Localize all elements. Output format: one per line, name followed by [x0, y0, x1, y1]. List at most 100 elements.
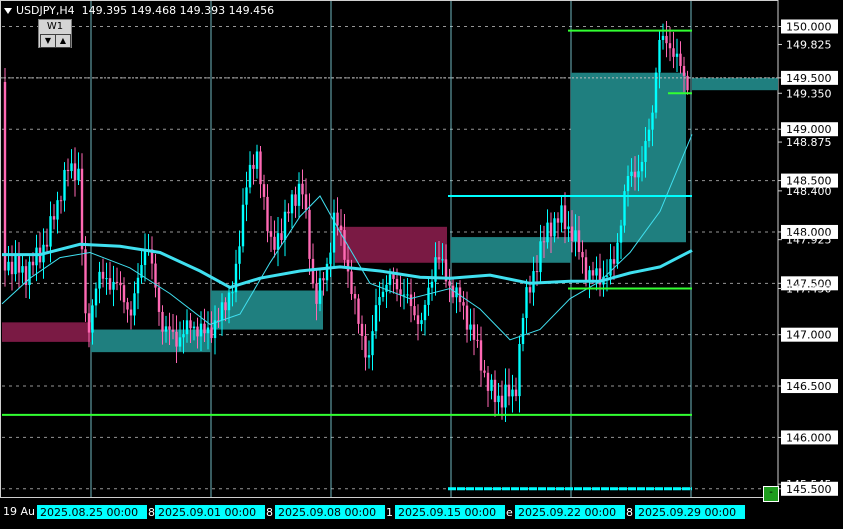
- price-axis-label: 147.000: [786, 329, 832, 342]
- candle-body: [507, 384, 511, 397]
- candle-body: [56, 200, 59, 220]
- candle-body: [416, 315, 420, 325]
- candle-body: [234, 263, 238, 293]
- candle-body: [94, 288, 98, 306]
- candle-body: [535, 271, 539, 273]
- candle-body: [483, 370, 486, 373]
- price-axis-label: 149.500: [786, 72, 832, 85]
- candle-body: [427, 287, 430, 305]
- timeframe-switcher[interactable]: W1 ▼ ▲: [38, 19, 72, 48]
- candle-body: [441, 259, 444, 261]
- candle-body: [84, 249, 87, 314]
- demand-zone: [91, 329, 211, 353]
- chart-header: USDJPY,H4 149.395 149.468 149.393 149.45…: [4, 4, 274, 17]
- supply-zone: [2, 322, 91, 342]
- timeframe-up-button[interactable]: ▲: [55, 34, 71, 48]
- candle-body: [420, 320, 423, 325]
- candle-body: [651, 112, 654, 130]
- candle-body: [269, 231, 273, 237]
- candle-body: [371, 331, 374, 356]
- chart-area[interactable]: 150.000 149.825 149.500 149.350 149.000 148.8…: [0, 0, 843, 525]
- candle-body: [595, 268, 598, 276]
- candle-body: [231, 292, 234, 294]
- candle-body: [185, 320, 189, 335]
- time-axis-fragment: 1: [386, 506, 393, 519]
- candle-body: [241, 204, 245, 247]
- candle-body: [402, 294, 406, 296]
- candle-body: [287, 211, 290, 214]
- candle-body: [409, 294, 413, 307]
- candle-body: [91, 305, 94, 333]
- candle-body: [388, 274, 392, 285]
- candle-body: [80, 168, 84, 250]
- candle-body: [175, 331, 178, 347]
- candle-body: [500, 395, 504, 408]
- candle-body: [101, 271, 105, 279]
- candle-body: [637, 171, 640, 178]
- price-axis-label: 150.000: [786, 20, 832, 33]
- candle-body: [10, 261, 14, 275]
- candle-body: [539, 241, 542, 273]
- candle-body: [45, 244, 49, 247]
- candle-body: [220, 302, 224, 321]
- candle-body: [168, 326, 171, 330]
- candle-body: [259, 151, 262, 185]
- candle-body: [7, 261, 10, 271]
- time-axis-label: 2025.09.01 00:00: [158, 506, 256, 519]
- candle-body: [266, 196, 269, 232]
- candle-body: [105, 278, 108, 280]
- candle-body: [640, 161, 644, 172]
- candle-body: [143, 249, 147, 266]
- candle-body: [609, 259, 612, 276]
- dropdown-triangle-icon[interactable]: [4, 8, 12, 14]
- candle-body: [31, 261, 35, 266]
- candle-body: [584, 257, 588, 282]
- candle-body: [570, 226, 574, 242]
- candle-body: [465, 305, 469, 330]
- candle-body: [367, 355, 371, 358]
- candle-body: [66, 169, 70, 172]
- candle-body: [406, 294, 409, 296]
- candle-body: [98, 271, 101, 289]
- candle-body: [360, 323, 364, 336]
- candle-body: [276, 233, 280, 250]
- candle-body: [493, 379, 497, 403]
- candle-body: [248, 164, 252, 188]
- timeframe-down-button[interactable]: ▼: [40, 34, 56, 48]
- candle-body: [350, 271, 353, 295]
- candle-body: [346, 259, 350, 272]
- candle-body: [469, 324, 472, 330]
- candle-body: [329, 252, 332, 264]
- time-axis-label: 2025.09.08 00:00: [278, 506, 376, 519]
- candle-body: [262, 184, 266, 197]
- candle-body: [136, 277, 140, 294]
- candle-body: [556, 218, 560, 223]
- candle-body: [658, 39, 661, 73]
- candle-body: [413, 306, 416, 316]
- price-axis-label: 146.500: [786, 380, 832, 393]
- candle-body: [374, 305, 378, 332]
- candle-body: [161, 311, 164, 332]
- time-axis-fragment: e: [506, 506, 513, 519]
- candle-body: [28, 261, 31, 285]
- candle-body: [546, 222, 549, 243]
- candle-body: [497, 395, 500, 403]
- corner-minimize-button[interactable]: -: [763, 486, 779, 502]
- candle-body: [77, 168, 80, 181]
- candle-body: [591, 270, 595, 276]
- candle-body: [542, 241, 546, 243]
- candle-body: [290, 194, 294, 214]
- candle-body: [567, 226, 570, 230]
- candle-body: [633, 171, 637, 178]
- candle-body: [395, 278, 399, 290]
- candle-body: [126, 302, 129, 310]
- candle-body: [73, 163, 77, 181]
- price-axis-label: 148.875: [786, 136, 832, 149]
- supply-zone: [335, 226, 447, 263]
- price-chart[interactable]: 150.000 149.825 149.500 149.350 149.000148.8…: [0, 0, 843, 525]
- candle-body: [357, 298, 360, 324]
- candle-body: [616, 242, 619, 264]
- price-axis-label: 149.825: [786, 38, 832, 51]
- price-axis-label: 146.000: [786, 431, 832, 444]
- candle-body: [381, 291, 385, 298]
